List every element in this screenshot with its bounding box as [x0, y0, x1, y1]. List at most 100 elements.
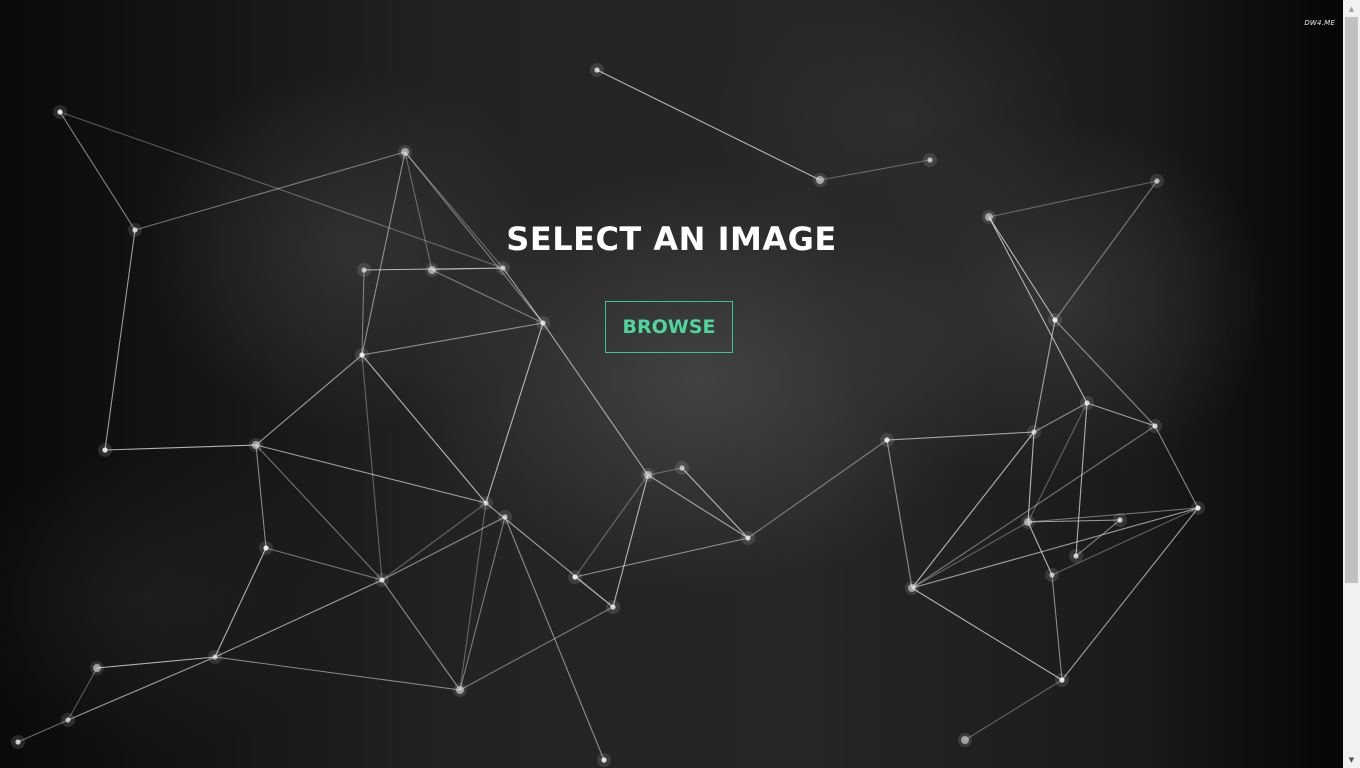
network-line	[255, 444, 267, 549]
network-line	[1051, 574, 1063, 681]
network-line	[911, 425, 1156, 589]
network-line	[485, 322, 544, 504]
network-line	[747, 439, 888, 539]
network-line	[17, 719, 69, 743]
page-title: SELECT AN IMAGE	[506, 220, 837, 258]
network-node	[884, 437, 890, 443]
network-line	[1075, 519, 1121, 557]
network-line	[214, 656, 461, 691]
network-node	[1031, 429, 1037, 435]
network-line	[612, 474, 649, 608]
network-line	[459, 606, 614, 691]
network-line	[59, 111, 136, 231]
network-node	[212, 654, 218, 660]
network-node	[1024, 518, 1032, 526]
network-node	[1154, 178, 1160, 184]
network-node	[379, 577, 385, 583]
network-node	[1073, 553, 1079, 559]
network-node	[500, 265, 506, 271]
network-node	[540, 320, 546, 326]
network-node	[483, 500, 489, 506]
network-line	[361, 269, 365, 356]
watermark-text: DW4.ME	[1304, 19, 1335, 27]
network-line	[886, 431, 1035, 441]
browse-button[interactable]: BROWSE	[605, 301, 733, 353]
network-line	[502, 267, 544, 324]
network-node	[57, 109, 63, 115]
network-node	[1195, 505, 1201, 511]
network-line	[574, 537, 749, 578]
network-line	[214, 547, 267, 658]
background-image: DW4.ME SELECT AN IMAGE BROWSE	[0, 0, 1343, 768]
network-line	[361, 354, 383, 581]
network-line	[1154, 425, 1199, 509]
network-node	[1084, 400, 1090, 406]
network-node	[65, 717, 71, 723]
scroll-up-arrow-icon[interactable]: ▲	[1343, 0, 1360, 17]
network-line	[1061, 507, 1199, 681]
network-line	[1033, 402, 1088, 433]
network-line	[104, 444, 257, 451]
network-node	[927, 157, 933, 163]
network-line	[911, 521, 1029, 589]
network-line	[1027, 521, 1053, 576]
network-node	[961, 736, 969, 744]
network-node	[401, 148, 409, 156]
network-line	[134, 151, 406, 231]
network-node	[361, 267, 367, 273]
network-line	[431, 269, 544, 324]
scroll-down-arrow-icon[interactable]: ▼	[1343, 751, 1360, 768]
network-line	[988, 180, 1158, 218]
network-line	[255, 444, 383, 581]
network-line	[1027, 402, 1088, 523]
network-line	[381, 516, 506, 581]
network-line	[381, 502, 487, 581]
network-node	[359, 352, 365, 358]
network-node	[1059, 677, 1065, 683]
network-node	[745, 535, 751, 541]
network-node	[1052, 317, 1058, 323]
network-node	[1117, 517, 1123, 523]
network-line	[96, 656, 216, 669]
network-node	[572, 574, 578, 580]
network-line	[911, 587, 1063, 681]
network-node	[1049, 572, 1055, 578]
network-background-graphic	[11, 63, 1205, 767]
network-line	[381, 579, 461, 691]
network-node	[816, 176, 824, 184]
network-line	[67, 667, 98, 721]
network-line	[819, 159, 931, 181]
network-line	[911, 431, 1035, 589]
network-node	[601, 757, 607, 763]
network-node	[456, 686, 464, 694]
network-line	[459, 516, 506, 691]
network-node	[908, 584, 916, 592]
network-line	[361, 354, 487, 504]
network-line	[67, 656, 216, 721]
network-line	[361, 322, 544, 356]
network-line	[964, 679, 1063, 741]
network-node	[102, 447, 108, 453]
network-node	[679, 465, 685, 471]
vertical-scrollbar[interactable]: ▲ ▼	[1343, 0, 1360, 768]
network-node	[93, 664, 101, 672]
network-node	[1152, 423, 1158, 429]
network-line	[1054, 319, 1156, 427]
network-node	[15, 739, 21, 745]
network-line	[596, 69, 821, 181]
network-line	[1075, 402, 1088, 557]
network-line	[265, 547, 383, 581]
network-line	[886, 439, 913, 589]
scrollbar-thumb[interactable]	[1345, 17, 1358, 583]
network-node	[644, 471, 652, 479]
network-line	[104, 229, 136, 451]
network-node	[428, 266, 436, 274]
network-node	[502, 514, 508, 520]
network-line	[459, 502, 487, 691]
network-line	[574, 474, 649, 578]
network-line	[504, 516, 605, 761]
network-node	[263, 545, 269, 551]
network-line	[255, 354, 363, 446]
network-node	[610, 604, 616, 610]
network-node	[252, 441, 260, 449]
